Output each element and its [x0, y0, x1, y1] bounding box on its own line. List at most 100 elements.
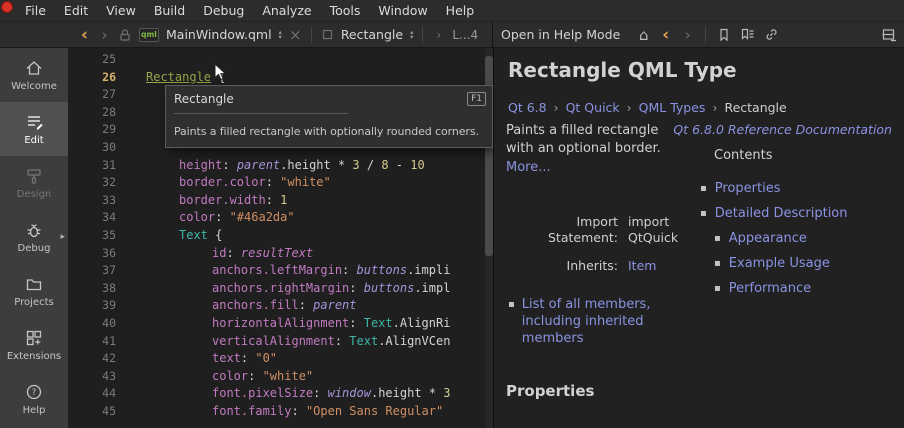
line-number[interactable]: 31: [68, 157, 130, 175]
bookmark-icon[interactable]: [717, 25, 731, 45]
symbol-selector-spinner[interactable]: ▴ ▾: [410, 30, 413, 40]
open-in-help-mode-button[interactable]: Open in Help Mode: [501, 27, 620, 42]
inherits-item-link[interactable]: Item: [628, 258, 686, 274]
home-icon[interactable]: ⌂: [637, 25, 650, 45]
breadcrumb: Qt 6.8›Qt Quick›QML Types›Rectangle: [508, 100, 787, 115]
breadcrumb-qt-quick[interactable]: Qt Quick: [566, 100, 620, 115]
contents-link-example-usage[interactable]: Example Usage: [729, 256, 830, 271]
line-number[interactable]: 32: [68, 174, 130, 192]
line-number[interactable]: 38: [68, 280, 130, 298]
menu-edit[interactable]: Edit: [55, 3, 97, 18]
code-line-37[interactable]: 37anchors.leftMargin: buttons.impli: [68, 262, 493, 280]
line-number[interactable]: 39: [68, 297, 130, 315]
line-number[interactable]: 43: [68, 368, 130, 386]
bookmarks-list-icon[interactable]: [740, 25, 755, 45]
code-line-36[interactable]: 36id: resultText: [68, 245, 493, 263]
code-line-42[interactable]: 42text: "0": [68, 350, 493, 368]
line-number[interactable]: 29: [68, 121, 130, 139]
sidebar-item-label: Design: [17, 189, 52, 200]
code-line-39[interactable]: 39anchors.fill: parent: [68, 297, 493, 315]
code-text: font.family: "Open Sans Regular": [130, 403, 493, 421]
contents-link-performance[interactable]: Performance: [729, 281, 811, 296]
line-number[interactable]: 45: [68, 403, 130, 421]
help-back-icon[interactable]: ‹: [659, 25, 672, 45]
menu-debug[interactable]: Debug: [194, 3, 253, 18]
code-line-40[interactable]: 40horizontalAlignment: Text.AlignRi: [68, 315, 493, 333]
code-editor[interactable]: 2526Rectangle {2728293031height: parent.…: [68, 48, 493, 428]
close-document-icon[interactable]: ×: [289, 25, 302, 45]
code-line-35[interactable]: 35Text {: [68, 227, 493, 245]
breadcrumb-qml-types[interactable]: QML Types: [639, 100, 706, 115]
home-icon: [24, 58, 44, 78]
sidebar-item-label: Debug: [18, 243, 51, 254]
code-line-25[interactable]: 25: [68, 51, 493, 69]
document-selector-spinner[interactable]: ▴ ▾: [279, 30, 282, 40]
sidebar-item-help[interactable]: ?Help: [0, 372, 68, 426]
f1-shortcut-badge: F1: [467, 92, 486, 106]
tooltip-description: Paints a filled rectangle with optionall…: [174, 125, 484, 138]
menu-build[interactable]: Build: [145, 3, 194, 18]
help-forward-icon[interactable]: ›: [681, 25, 694, 45]
line-number[interactable]: 36: [68, 245, 130, 263]
forward-icon[interactable]: ›: [98, 25, 111, 45]
code-line-31[interactable]: 31height: parent.height * 3 / 8 - 10: [68, 157, 493, 175]
code-text: Rectangle {: [130, 69, 493, 87]
editor-toolbar: ‹ › qml MainWindow.qml ▴ ▾ × Rectangle: [0, 22, 493, 47]
properties-section-heading: Properties: [506, 382, 594, 400]
more-link[interactable]: More...: [506, 159, 551, 177]
line-number[interactable]: 44: [68, 385, 130, 403]
overflow-chevron-icon[interactable]: ›: [432, 25, 445, 45]
code-line-38[interactable]: 38anchors.rightMargin: buttons.impl: [68, 280, 493, 298]
line-number[interactable]: 26: [68, 69, 130, 87]
breadcrumb-qt-6-8[interactable]: Qt 6.8: [508, 100, 547, 115]
line-number[interactable]: 25: [68, 51, 130, 69]
contents-link-properties[interactable]: Properties: [715, 181, 781, 196]
code-line-32[interactable]: 32border.color: "white": [68, 174, 493, 192]
line-number[interactable]: 28: [68, 104, 130, 122]
line-number[interactable]: 34: [68, 209, 130, 227]
back-icon[interactable]: ‹: [78, 25, 91, 45]
line-number[interactable]: 37: [68, 262, 130, 280]
design-icon: [24, 166, 44, 186]
menu-window[interactable]: Window: [369, 3, 436, 18]
sidebar-item-debug[interactable]: Debug ▸: [0, 210, 68, 264]
sidebar-item-projects[interactable]: Projects: [0, 264, 68, 318]
code-line-44[interactable]: 44font.pixelSize: window.height * 3: [68, 385, 493, 403]
code-line-33[interactable]: 33border.width: 1: [68, 192, 493, 210]
menu-file[interactable]: File: [16, 3, 55, 18]
code-line-43[interactable]: 43color: "white": [68, 368, 493, 386]
tooltip-title: Rectangle: [174, 92, 484, 106]
code-line-34[interactable]: 34color: "#46a2da": [68, 209, 493, 227]
code-line-45[interactable]: 45font.family: "Open Sans Regular": [68, 403, 493, 421]
menubar-items: FileEditViewBuildDebugAnalyzeToolsWindow…: [16, 3, 483, 18]
symbol-selector[interactable]: Rectangle: [341, 27, 403, 42]
link-icon[interactable]: [764, 25, 779, 45]
line-number[interactable]: 40: [68, 315, 130, 333]
contents-link-detailed-description[interactable]: Detailed Description: [715, 206, 848, 221]
line-number[interactable]: 42: [68, 350, 130, 368]
intro-paragraph: Paints a filled rectangle with an option…: [506, 122, 678, 177]
menu-analyze[interactable]: Analyze: [253, 3, 320, 18]
split-editor-icon[interactable]: [881, 25, 896, 45]
code-text: verticalAlignment: Text.AlignVCen: [130, 333, 493, 351]
line-number[interactable]: 33: [68, 192, 130, 210]
code-line-41[interactable]: 41verticalAlignment: Text.AlignVCen: [68, 333, 493, 351]
open-document-selector[interactable]: MainWindow.qml: [166, 27, 272, 42]
menu-help[interactable]: Help: [437, 3, 484, 18]
reference-documentation-link[interactable]: Qt 6.8.0 Reference Documentation: [673, 122, 892, 137]
lock-icon: [118, 25, 132, 45]
menu-tools[interactable]: Tools: [321, 3, 370, 18]
code-line-26[interactable]: 26Rectangle {: [68, 69, 493, 87]
list-of-all-members-link[interactable]: List of all members, including inherited…: [522, 296, 676, 347]
menu-view[interactable]: View: [97, 3, 145, 18]
line-number[interactable]: 35: [68, 227, 130, 245]
line-number[interactable]: 41: [68, 333, 130, 351]
line-number[interactable]: 27: [68, 86, 130, 104]
debug-expander-icon[interactable]: ▸: [60, 232, 65, 242]
breadcrumb-separator-icon: ›: [627, 100, 632, 115]
contents-link-appearance[interactable]: Appearance: [729, 231, 807, 246]
sidebar-item-extensions[interactable]: Extensions: [0, 318, 68, 372]
line-number[interactable]: 30: [68, 139, 130, 157]
sidebar-item-welcome[interactable]: Welcome: [0, 48, 68, 102]
sidebar-item-edit[interactable]: Edit: [0, 102, 68, 156]
